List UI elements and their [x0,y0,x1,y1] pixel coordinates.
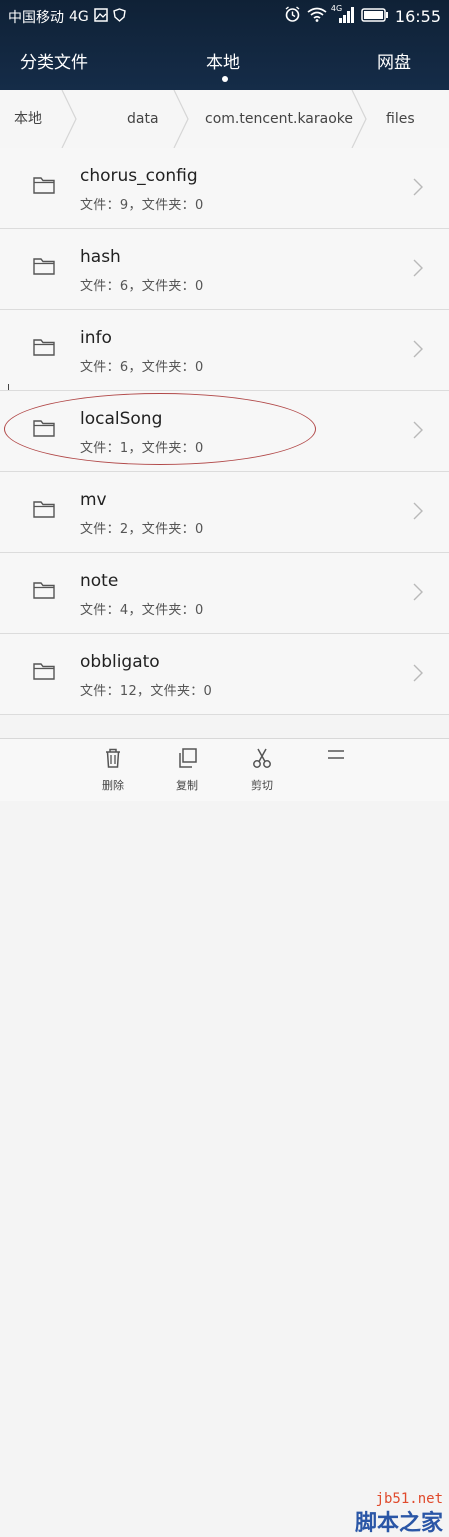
alarm-icon [284,6,301,27]
breadcrumb-item-files[interactable]: files [386,90,415,148]
app-header: 中国移动 4G 4G 16:55 分类文件 本地 网盘 [0,0,449,90]
watermark: jb51.net 脚本之家 [355,1491,443,1537]
chevron-right-icon [413,340,423,358]
folder-icon [33,339,55,356]
tab-categories[interactable]: 分类文件 [20,48,88,73]
file-name: chorus_config [80,166,198,186]
delete-button[interactable]: 删除 [83,747,143,793]
chevron-right-icon [413,583,423,601]
more-button[interactable] [306,747,366,777]
tab-local[interactable]: 本地 [206,48,240,73]
tick-mark [8,384,9,390]
chevron-right-icon [413,421,423,439]
file-meta: 文件：6，文件夹：0 [80,279,204,294]
file-meta: 文件：4，文件夹：0 [80,603,204,618]
signal-badge: 4G [330,3,343,13]
wifi-icon [307,7,327,26]
folder-icon [33,177,55,194]
folder-icon [33,258,55,275]
file-meta: 文件：2，文件夹：0 [80,522,204,537]
breadcrumb-separator-icon [351,90,367,148]
carrier-label: 中国移动 [8,10,64,26]
breadcrumb-separator-icon [61,90,77,148]
chevron-right-icon [413,259,423,277]
folder-icon [33,501,55,518]
file-meta: 文件：12，文件夹：0 [80,684,213,699]
bottom-action-bar: 删除 复制 剪切 jb51.net 脚本之家 [0,738,449,1536]
copy-icon [179,748,197,768]
breadcrumb-item-data[interactable]: data [127,90,159,148]
file-name: mv [80,490,107,510]
file-row[interactable]: localSong 文件：1，文件夹：0 [0,391,449,472]
status-bar: 中国移动 4G 4G 16:55 [0,0,449,32]
file-row[interactable]: chorus_config 文件：9，文件夹：0 [0,148,449,229]
chevron-right-icon [413,664,423,682]
tab-cloud[interactable]: 网盘 [377,48,411,73]
more-icon [328,750,344,759]
top-tabs: 分类文件 本地 网盘 [0,40,449,84]
file-name: note [80,571,119,591]
file-row[interactable]: info 文件：6，文件夹：0 [0,310,449,391]
file-list: chorus_config 文件：9，文件夹：0 hash 文件：6，文件夹：0 inf… [0,148,449,715]
file-name: info [80,328,112,348]
breadcrumb-item-package[interactable]: com.tencent.karaoke [205,90,353,148]
copy-button[interactable]: 复制 [157,747,217,793]
folder-icon [33,663,55,680]
file-meta: 文件：1，文件夹：0 [80,441,204,456]
file-row[interactable]: mv 文件：2，文件夹：0 [0,472,449,553]
signal-icon: 4G [330,3,355,27]
delete-label: 删除 [102,779,124,792]
file-meta: 文件：6，文件夹：0 [80,360,204,375]
gallery-icon [94,8,108,26]
copy-label: 复制 [176,779,198,792]
cut-label: 剪切 [251,779,273,792]
battery-icon [361,7,389,26]
breadcrumb-item-local[interactable]: 本地 [14,90,42,148]
trash-icon [106,748,120,768]
file-meta: 文件：9，文件夹：0 [80,198,204,213]
shield-icon [112,8,126,26]
breadcrumb: 本地 data com.tencent.karaoke files [0,90,449,149]
chevron-right-icon [413,502,423,520]
file-name: obbligato [80,652,160,672]
file-row[interactable]: hash 文件：6，文件夹：0 [0,229,449,310]
file-row[interactable]: obbligato 文件：12，文件夹：0 [0,634,449,715]
file-row[interactable]: note 文件：4，文件夹：0 [0,553,449,634]
clock: 16:55 [394,7,441,26]
network-label: 4G [69,9,89,25]
chevron-right-icon [413,178,423,196]
file-name: hash [80,247,121,267]
active-tab-indicator [222,76,228,82]
scissors-icon [253,748,271,768]
folder-icon [33,420,55,437]
cut-button[interactable]: 剪切 [232,747,292,793]
file-name: localSong [80,409,163,429]
folder-icon [33,582,55,599]
watermark-text: 脚本之家 [354,1510,443,1536]
breadcrumb-separator-icon [173,90,189,148]
